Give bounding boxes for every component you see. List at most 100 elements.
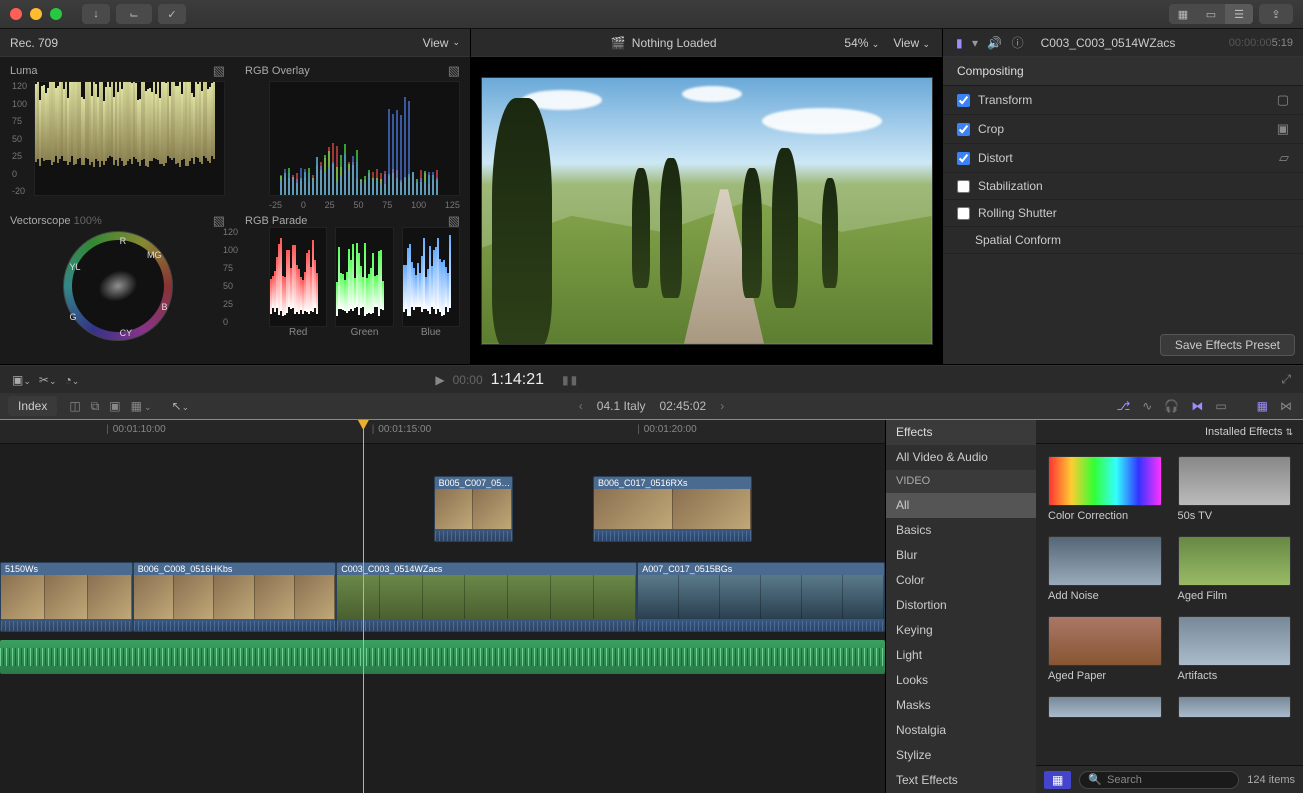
effects-category[interactable]: All Video & Audio bbox=[886, 445, 1036, 470]
retime-menu[interactable]: ◔⌄ bbox=[65, 373, 80, 387]
effects-category[interactable]: Looks bbox=[886, 668, 1036, 693]
overwrite-clip-icon[interactable]: ▦⌄ bbox=[129, 397, 156, 416]
share-button[interactable]: ⇪ bbox=[1259, 4, 1293, 24]
append-clip-icon[interactable]: ▣ bbox=[107, 397, 122, 416]
music-clip[interactable] bbox=[0, 640, 885, 674]
preview-frame[interactable] bbox=[481, 77, 933, 345]
effects-category[interactable]: Basics bbox=[886, 518, 1036, 543]
prev-edit-icon[interactable]: ‹ bbox=[579, 399, 583, 413]
effects-category[interactable]: Color bbox=[886, 568, 1036, 593]
loop-frames-icon[interactable]: ▮▮ bbox=[562, 373, 579, 387]
effect-item[interactable]: Color Correction bbox=[1048, 456, 1162, 522]
layout-timeline-icon[interactable]: ▭ bbox=[1197, 4, 1225, 24]
tools-menu[interactable]: ✂⌄ bbox=[39, 373, 57, 387]
layout-browser-icon[interactable]: ▦ bbox=[1169, 4, 1197, 24]
save-effects-preset-button[interactable]: Save Effects Preset bbox=[1160, 334, 1295, 356]
timeline-clip[interactable]: B006_C008_0516HKbs bbox=[133, 562, 337, 632]
skimming-icon[interactable]: ⎇ bbox=[1113, 397, 1133, 415]
solo-icon[interactable]: 🎧 bbox=[1161, 397, 1182, 415]
timeline-clip[interactable]: C003_C003_0514WZacs bbox=[336, 562, 637, 632]
effects-browser-icon[interactable]: ▦ bbox=[1254, 397, 1271, 415]
checkbox[interactable] bbox=[957, 180, 970, 193]
filter-icon[interactable]: ▾ bbox=[969, 36, 981, 50]
info-icon[interactable]: ⓘ bbox=[1009, 36, 1027, 50]
traffic-lights[interactable] bbox=[10, 8, 62, 20]
effects-search-input[interactable]: 🔍 Search bbox=[1079, 771, 1239, 789]
select-tool-icon[interactable]: ↖⌄ bbox=[172, 399, 190, 413]
checkbox[interactable] bbox=[957, 94, 970, 107]
effects-category[interactable]: Masks bbox=[886, 693, 1036, 718]
installed-effects-menu[interactable]: Installed Effects⇅ bbox=[1205, 426, 1293, 438]
timeline[interactable]: 00:01:10:0000:01:15:0000:01:20:00 B005_C… bbox=[0, 420, 885, 793]
search-icon: 🔍 bbox=[1088, 773, 1102, 786]
effect-item[interactable]: Add Noise bbox=[1048, 536, 1162, 602]
effects-category[interactable]: All bbox=[886, 493, 1036, 518]
checkbox[interactable] bbox=[957, 123, 970, 136]
clip-appearance-icon[interactable]: ▭ bbox=[1212, 397, 1229, 415]
checkbox[interactable] bbox=[957, 152, 970, 165]
effect-item[interactable] bbox=[1178, 696, 1292, 718]
effects-category[interactable]: Text Effects bbox=[886, 768, 1036, 793]
rgb-parade-scope: RGB Parade ▧ 1201007550250 RedGreenBlue bbox=[235, 207, 470, 357]
playhead[interactable] bbox=[363, 420, 364, 793]
audio-skimming-icon[interactable]: ∿ bbox=[1139, 397, 1155, 415]
inspector-row-distort[interactable]: Distort▱ bbox=[943, 144, 1303, 173]
effects-category[interactable]: Blur bbox=[886, 543, 1036, 568]
effect-item[interactable] bbox=[1048, 696, 1162, 718]
effect-item[interactable]: Aged Film bbox=[1178, 536, 1292, 602]
play-icon[interactable]: ▶ bbox=[435, 373, 444, 387]
effects-category[interactable]: Keying bbox=[886, 618, 1036, 643]
effect-item[interactable]: Aged Paper bbox=[1048, 616, 1162, 682]
transport-bar: ▣⌄ ✂⌄ ◔⌄ ▶ 00:001:14:21 ▮▮ ⤢ bbox=[0, 365, 1303, 394]
transitions-browser-icon[interactable]: ⋈ bbox=[1277, 397, 1295, 415]
audio-inspector-icon[interactable]: 🔊 bbox=[984, 36, 1005, 50]
titlebar: ↓ ⌙ ✓ ▦ ▭ ☰ ⇪ bbox=[0, 0, 1303, 29]
timeline-clip[interactable]: A007_C017_0515BGs bbox=[637, 562, 885, 632]
effects-category[interactable]: Distortion bbox=[886, 593, 1036, 618]
project-name: 04.1 Italy bbox=[597, 399, 646, 413]
connect-clip-icon[interactable]: ◫ bbox=[67, 397, 82, 416]
fullscreen-icon[interactable]: ⤢ bbox=[1281, 372, 1291, 386]
param-icon[interactable]: ▣ bbox=[1277, 121, 1289, 137]
timeline-clip[interactable]: B006_C017_0516RXs bbox=[593, 476, 752, 542]
viewer-view-menu[interactable]: View ⌄ bbox=[893, 36, 930, 50]
snapping-icon[interactable]: ⧓ bbox=[1188, 397, 1206, 415]
appearance-menu[interactable]: ▣⌄ bbox=[12, 373, 31, 387]
effects-category[interactable]: Stylize bbox=[886, 743, 1036, 768]
luma-scope: Luma ▧ 1201007550250-20 bbox=[0, 57, 235, 207]
timecode-display[interactable]: 1:14:21 bbox=[491, 371, 544, 389]
keyword-button[interactable]: ⌙ bbox=[116, 4, 152, 24]
inspector-row-transform[interactable]: Transform▢ bbox=[943, 86, 1303, 115]
import-button[interactable]: ↓ bbox=[82, 4, 110, 24]
inspector-row-crop[interactable]: Crop▣ bbox=[943, 115, 1303, 144]
timeline-clip[interactable]: 5150Ws bbox=[0, 562, 133, 632]
effects-browser: EffectsAll Video & AudioVIDEOAllBasicsBl… bbox=[885, 420, 1303, 793]
effects-category[interactable]: Light bbox=[886, 643, 1036, 668]
video-inspector-icon[interactable]: ▮ bbox=[953, 36, 966, 50]
spatial-conform-row[interactable]: Spatial Conform bbox=[943, 227, 1303, 254]
layout-inspector-icon[interactable]: ☰ bbox=[1225, 4, 1253, 24]
inspector-row-rolling-shutter[interactable]: Rolling Shutter bbox=[943, 200, 1303, 227]
effect-item[interactable]: Artifacts bbox=[1178, 616, 1292, 682]
insert-clip-icon[interactable]: ⧉ bbox=[89, 397, 102, 416]
index-button[interactable]: Index bbox=[8, 396, 57, 416]
next-edit-icon[interactable]: › bbox=[720, 399, 724, 413]
layout-segmented[interactable]: ▦ ▭ ☰ bbox=[1169, 4, 1253, 24]
timeline-toolbar: Index ◫ ⧉ ▣ ▦⌄ ↖⌄ ‹ 04.1 Italy 02:45:02 … bbox=[0, 393, 1303, 420]
chevron-down-icon: ⌄ bbox=[452, 37, 460, 48]
effects-category[interactable]: Nostalgia bbox=[886, 718, 1036, 743]
param-icon[interactable]: ▢ bbox=[1277, 92, 1289, 108]
timeline-clip[interactable]: B005_C007_05… bbox=[434, 476, 514, 542]
checkbox[interactable] bbox=[957, 207, 970, 220]
param-icon[interactable]: ▱ bbox=[1279, 150, 1289, 166]
scopes-view-menu[interactable]: View bbox=[423, 36, 449, 50]
clapperboard-icon: 🎬 bbox=[611, 36, 626, 50]
inspector-row-stabilization[interactable]: Stabilization bbox=[943, 173, 1303, 200]
effect-item[interactable]: 50s TV bbox=[1178, 456, 1292, 522]
timeline-ruler[interactable]: 00:01:10:0000:01:15:0000:01:20:00 bbox=[0, 420, 885, 444]
zoom-level[interactable]: 54% ⌄ bbox=[844, 36, 879, 50]
bg-tasks-button[interactable]: ✓ bbox=[158, 4, 186, 24]
scope-settings-icon[interactable]: ▧ bbox=[448, 63, 460, 79]
scope-settings-icon[interactable]: ▧ bbox=[213, 63, 225, 79]
thumbnail-view-icon[interactable]: ▦ bbox=[1044, 771, 1071, 789]
